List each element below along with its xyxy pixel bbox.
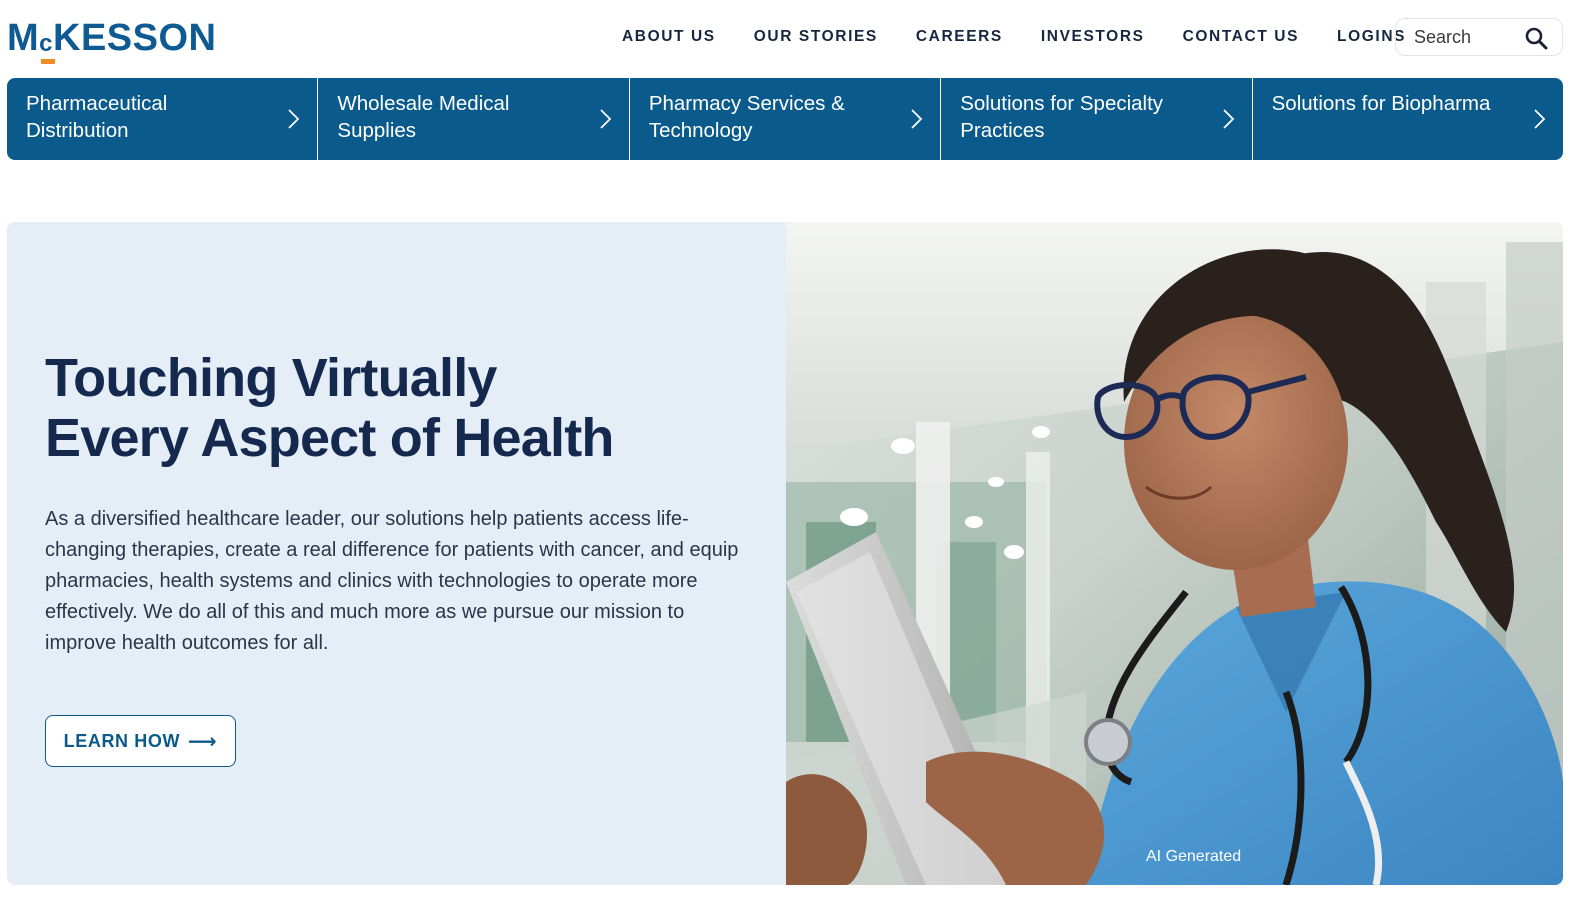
nav-contact-us[interactable]: CONTACT US bbox=[1183, 28, 1299, 46]
logo-accent-bar bbox=[41, 59, 56, 64]
search-box bbox=[1395, 18, 1563, 56]
hero-description: As a diversified healthcare leader, our … bbox=[45, 508, 739, 654]
category-pharmaceutical-distribution[interactable]: Pharmaceutical Distribution bbox=[7, 78, 319, 160]
arrow-right-icon: ⟶ bbox=[188, 730, 218, 753]
image-caption: AI Generated bbox=[1146, 848, 1242, 865]
category-pharmacy-services-technology[interactable]: Pharmacy Services & Technology bbox=[630, 78, 942, 160]
chevron-right-icon bbox=[1222, 109, 1234, 129]
category-specialty-practices[interactable]: Solutions for Specialty Practices bbox=[941, 78, 1253, 160]
category-label: Solutions for Biopharma bbox=[1271, 92, 1491, 115]
learn-how-button[interactable]: LEARN HOW ⟶ bbox=[45, 715, 236, 767]
nurse-with-tablet-illustration bbox=[786, 222, 1563, 885]
category-label: Pharmacy Services & Technology bbox=[648, 92, 845, 142]
search-icon[interactable] bbox=[1524, 26, 1548, 50]
hero-title-line-1: Touching Virtually bbox=[45, 348, 497, 408]
nav-about-us[interactable]: ABOUT US bbox=[622, 28, 716, 46]
nav-investors[interactable]: INVESTORS bbox=[1041, 28, 1145, 46]
nav-our-stories[interactable]: OUR STORIES bbox=[754, 28, 878, 46]
logo-wordmark: KESSON bbox=[53, 17, 217, 59]
chevron-right-icon bbox=[600, 109, 612, 129]
chevron-right-icon bbox=[288, 109, 300, 129]
hero-image: AI Generated bbox=[786, 222, 1563, 885]
search-input[interactable] bbox=[1414, 26, 1518, 48]
chevron-right-icon bbox=[911, 109, 923, 129]
top-navigation: ABOUT US OUR STORIES CAREERS INVESTORS C… bbox=[622, 28, 1444, 46]
hero-text-panel: Touching Virtually Every Aspect of Healt… bbox=[7, 222, 786, 885]
logo-letter-m: M bbox=[7, 17, 40, 59]
nav-careers[interactable]: CAREERS bbox=[916, 28, 1003, 46]
hero-title-line-2: Every Aspect of Health bbox=[45, 408, 614, 468]
logo-small-c-wrap: c bbox=[39, 30, 56, 64]
learn-how-label: LEARN HOW bbox=[63, 730, 181, 751]
mckesson-logo[interactable]: M c KESSON bbox=[7, 17, 217, 64]
hero-section: Touching Virtually Every Aspect of Healt… bbox=[7, 222, 1563, 885]
hero-title: Touching Virtually Every Aspect of Healt… bbox=[45, 348, 745, 468]
category-biopharma[interactable]: Solutions for Biopharma bbox=[1253, 78, 1563, 160]
category-label: Pharmaceutical Distribution bbox=[26, 92, 168, 142]
chevron-right-icon bbox=[1534, 109, 1546, 129]
site-header: M c KESSON ABOUT US OUR STORIES CAREERS … bbox=[0, 0, 1575, 78]
category-label: Wholesale Medical Supplies bbox=[337, 92, 510, 142]
category-navigation: Pharmaceutical Distribution Wholesale Me… bbox=[7, 78, 1563, 160]
category-label: Solutions for Specialty Practices bbox=[960, 92, 1164, 142]
logo-small-c: c bbox=[39, 30, 54, 57]
category-wholesale-medical-supplies[interactable]: Wholesale Medical Supplies bbox=[318, 78, 630, 160]
